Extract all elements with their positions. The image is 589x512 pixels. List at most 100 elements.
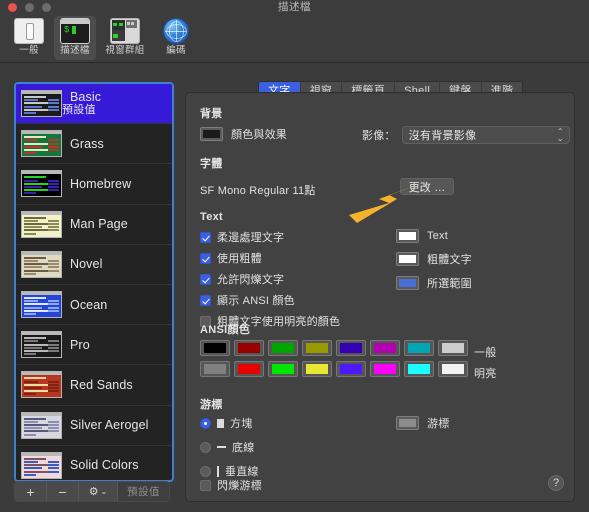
text-option-label: 允許閃爍文字 <box>217 274 285 286</box>
profile-name: Man Page <box>70 217 128 232</box>
background-image-label: 影像： <box>362 130 396 142</box>
ansi-bright-swatch[interactable] <box>370 361 400 377</box>
toolbar-label-encodings: 編碼 <box>166 45 186 56</box>
profile-list-item[interactable]: Ocean <box>16 285 172 326</box>
profile-name: Basic <box>70 90 102 105</box>
background-color-well[interactable] <box>200 127 223 141</box>
text-option-row[interactable]: 使用粗體 <box>200 250 340 266</box>
ansi-normal-swatch[interactable] <box>302 340 332 356</box>
gear-icon: ⚙ <box>88 486 99 498</box>
help-button[interactable]: ? <box>548 475 564 491</box>
profile-list-toolbar: + − ⚙ ⌄ 預設值 <box>14 481 170 502</box>
block-cursor-icon <box>217 418 224 428</box>
checkbox[interactable] <box>200 231 211 243</box>
cursor-shape-row[interactable]: 底線 <box>200 439 259 455</box>
profile-thumbnail <box>21 291 62 319</box>
set-default-button[interactable]: 預設值 <box>118 482 169 501</box>
text-option-label: 顯示 ANSI 顏色 <box>217 295 295 307</box>
settings-panel: 背景 顏色與效果 影像： 沒有背景影像 ⌃ ⌄ 字體 SF Mono Regula… <box>185 92 575 502</box>
ansi-normal-swatch[interactable] <box>438 340 468 356</box>
text-color-well[interactable] <box>396 229 419 243</box>
profile-list[interactable]: Basic 預設值 Grass Homebrew Man Page Novel Ocean P… <box>14 82 174 482</box>
ansi-bright-swatch[interactable] <box>268 361 298 377</box>
underline-cursor-icon <box>217 446 226 448</box>
ansi-section-title: ANSI顏色 <box>200 324 251 336</box>
text-color-row: 所選範圍 <box>396 275 472 291</box>
profile-thumbnail <box>21 371 62 399</box>
ansi-normal-swatch[interactable] <box>268 340 298 356</box>
cursor-blink-label: 閃爍游標 <box>217 480 262 492</box>
profile-list-item[interactable]: Red Sands <box>16 365 172 406</box>
cursor-shape-row[interactable]: 方塊 <box>200 415 259 431</box>
ansi-normal-swatch[interactable] <box>234 340 264 356</box>
ansi-normal-swatch[interactable] <box>336 340 366 356</box>
checkbox[interactable] <box>200 252 211 264</box>
ansi-bright-swatch[interactable] <box>200 361 230 377</box>
font-current-value: SF Mono Regular 11點 <box>200 185 316 197</box>
toolbar-item-profiles[interactable]: 描述檔 <box>54 16 96 60</box>
cursor-blink-row[interactable]: 閃爍游標 <box>200 477 262 493</box>
text-section-title: Text <box>200 211 224 223</box>
cursor-shape-label: 方塊 <box>230 418 253 430</box>
remove-profile-button[interactable]: − <box>47 482 79 501</box>
ansi-bright-swatch[interactable] <box>404 361 434 377</box>
toolbar-item-encodings[interactable]: 編碼 <box>155 16 197 60</box>
profile-list-item[interactable]: Solid Colors <box>16 446 172 480</box>
ansi-bright-swatch[interactable] <box>336 361 366 377</box>
background-section-title: 背景 <box>200 108 223 120</box>
ansi-normal-swatch[interactable] <box>200 340 230 356</box>
profile-list-item[interactable]: Man Page <box>16 205 172 245</box>
encodings-icon <box>163 18 189 44</box>
toolbar-item-window-groups[interactable]: 視窗群組 <box>100 16 150 60</box>
text-color-label: 所選範圍 <box>427 278 472 290</box>
cursor-shape-label: 底線 <box>232 442 255 454</box>
preferences-window: 描述檔 一般 描述檔 視窗群組 編碼 Basic預設值GrassHomebrew… <box>0 0 589 512</box>
ansi-normal-swatch[interactable] <box>370 340 400 356</box>
radio-button[interactable] <box>200 417 211 429</box>
profile-list-item[interactable]: Silver Aerogel <box>16 406 172 446</box>
profile-name: Red Sands <box>70 377 133 392</box>
cursor-section-title: 游標 <box>200 399 223 411</box>
radio-button[interactable] <box>200 465 211 477</box>
cursor-color-row: 游標 <box>396 415 449 431</box>
preferences-toolbar: 一般 描述檔 視窗群組 編碼 <box>0 14 589 63</box>
profile-list-item[interactable]: Pro <box>16 325 172 366</box>
ansi-normal-label: 一般 <box>474 347 497 359</box>
text-color-well[interactable] <box>396 252 419 266</box>
ansi-bright-swatch[interactable] <box>234 361 264 377</box>
cursor-blink-checkbox[interactable] <box>200 479 211 491</box>
ansi-bright-swatch[interactable] <box>302 361 332 377</box>
profile-thumbnail <box>21 451 62 479</box>
text-option-label: 使用粗體 <box>217 253 262 265</box>
change-font-button[interactable]: 更改 … <box>400 178 454 195</box>
text-option-row[interactable]: 顯示 ANSI 顏色 <box>200 292 340 308</box>
background-color-label: 顏色與效果 <box>231 129 287 141</box>
profile-list-item[interactable]: Homebrew <box>16 164 172 205</box>
cursor-color-well[interactable] <box>396 416 419 430</box>
text-color-well[interactable] <box>396 276 419 290</box>
toolbar-label-profiles: 描述檔 <box>60 45 90 56</box>
profile-thumbnail <box>21 411 62 439</box>
toolbar-item-general[interactable]: 一般 <box>8 16 50 60</box>
profile-name: Solid Colors <box>70 458 139 473</box>
text-option-row[interactable]: 允許閃爍文字 <box>200 271 340 287</box>
checkbox[interactable] <box>200 273 211 285</box>
profile-list-item[interactable]: Grass <box>16 124 172 165</box>
profile-name: Homebrew <box>70 176 132 191</box>
background-image-select[interactable]: 沒有背景影像 ⌃ ⌄ <box>401 126 570 144</box>
ansi-normal-swatch[interactable] <box>404 340 434 356</box>
toolbar-label-window-groups: 視窗群組 <box>105 45 145 56</box>
radio-button[interactable] <box>200 441 211 453</box>
ansi-bright-swatch[interactable] <box>438 361 468 377</box>
profile-actions-button[interactable]: ⚙ ⌄ <box>79 482 118 501</box>
background-color-row: 顏色與效果 <box>200 126 287 142</box>
profile-list-item[interactable]: Basic 預設值 <box>16 84 172 125</box>
text-option-row[interactable]: 柔邊處理文字 <box>200 229 340 245</box>
profile-list-item[interactable]: Novel <box>16 245 172 285</box>
text-color-label: Text <box>427 230 448 242</box>
checkbox[interactable] <box>200 294 211 306</box>
add-profile-button[interactable]: + <box>15 482 47 501</box>
bar-cursor-icon <box>217 465 219 477</box>
background-image-value: 沒有背景影像 <box>408 130 477 142</box>
ansi-bright-row <box>200 361 468 377</box>
